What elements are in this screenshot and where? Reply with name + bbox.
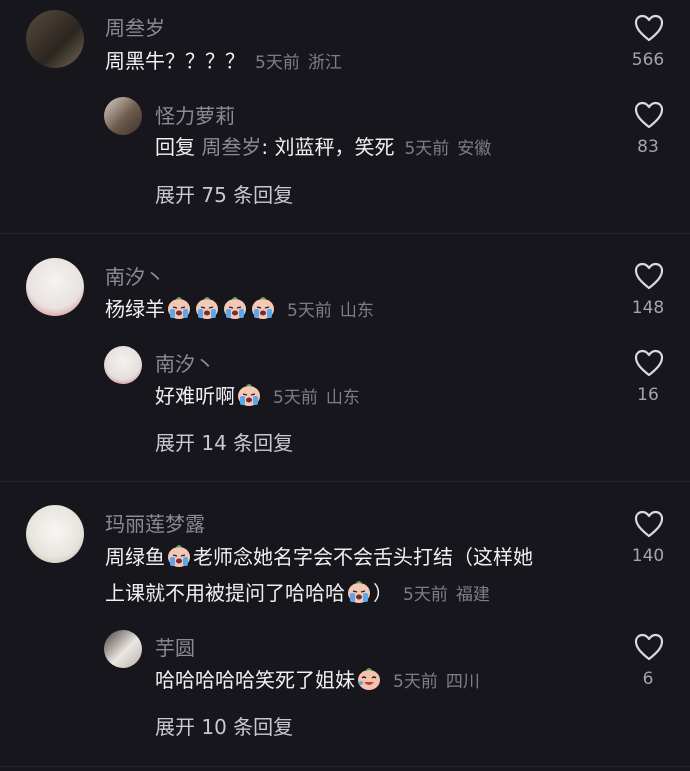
comment-text: 杨绿羊 5天前 山东 bbox=[105, 296, 374, 321]
avatar[interactable] bbox=[26, 258, 84, 316]
avatar[interactable] bbox=[104, 346, 142, 384]
like-count: 140 bbox=[631, 546, 665, 566]
like-count: 6 bbox=[642, 669, 654, 689]
heart-outline-icon[interactable] bbox=[634, 14, 664, 42]
comment-username[interactable]: 南汐丶 bbox=[105, 261, 165, 290]
like-count: 83 bbox=[637, 137, 659, 157]
heart-outline-icon[interactable] bbox=[634, 349, 664, 377]
expand-replies-button[interactable]: 展开 14 条回复 bbox=[155, 427, 293, 456]
comment-text: 周黑牛？？？？ 5天前 浙江 bbox=[105, 49, 342, 73]
divider bbox=[0, 233, 690, 234]
heart-outline-icon[interactable] bbox=[634, 633, 664, 661]
heart-outline-icon[interactable] bbox=[634, 101, 664, 129]
crying-face-emoji bbox=[250, 296, 276, 320]
comment-text: 周绿鱼 老师念她名字会不会舌头打结（这样她 bbox=[105, 544, 533, 569]
reply-username[interactable]: 芋圆 bbox=[155, 632, 195, 661]
heart-outline-icon[interactable] bbox=[634, 510, 664, 538]
crying-face-emoji bbox=[166, 296, 192, 320]
reply-text: 回复 周叁岁: 刘蓝秤，笑死 5天前 安徽 bbox=[155, 135, 492, 159]
reply-text: 好难听啊 5天前 山东 bbox=[155, 383, 360, 408]
reply-text: 哈哈哈哈哈笑死了姐妹 5天前 四川 bbox=[155, 667, 480, 692]
crying-face-emoji bbox=[194, 296, 220, 320]
crying-face-emoji bbox=[346, 580, 372, 604]
comment-username[interactable]: 玛丽莲梦露 bbox=[105, 508, 205, 537]
reply-username[interactable]: 南汐丶 bbox=[155, 348, 215, 377]
comment-username[interactable]: 周叁岁 bbox=[105, 12, 165, 41]
heart-outline-icon[interactable] bbox=[634, 262, 664, 290]
like-count: 148 bbox=[631, 298, 665, 318]
expand-replies-button[interactable]: 展开 10 条回复 bbox=[155, 711, 293, 740]
expand-replies-button[interactable]: 展开 75 条回复 bbox=[155, 179, 293, 208]
avatar[interactable] bbox=[104, 97, 142, 135]
like-count: 566 bbox=[631, 50, 665, 70]
avatar[interactable] bbox=[104, 630, 142, 668]
crying-face-emoji bbox=[236, 383, 262, 407]
avatar[interactable] bbox=[26, 10, 84, 68]
divider bbox=[0, 766, 690, 767]
laugh-cry-emoji bbox=[356, 667, 382, 691]
like-count: 16 bbox=[637, 385, 659, 405]
crying-face-emoji bbox=[166, 544, 192, 568]
crying-face-emoji bbox=[222, 296, 248, 320]
comment-text-line2: 上课就不用被提问了哈哈哈） 5天前 福建 bbox=[105, 580, 490, 605]
reply-username[interactable]: 怪力萝莉 bbox=[155, 100, 235, 129]
divider bbox=[0, 481, 690, 482]
avatar[interactable] bbox=[26, 505, 84, 563]
